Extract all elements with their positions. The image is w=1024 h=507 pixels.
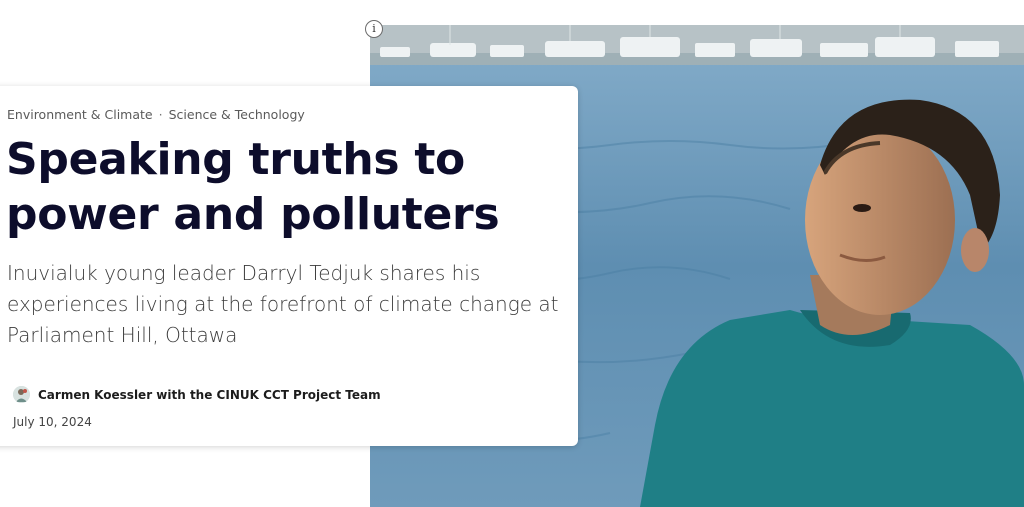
info-icon[interactable]: i <box>365 20 383 38</box>
tag-environment-climate[interactable]: Environment & Climate <box>7 107 153 122</box>
article-title: Speaking truths to power and polluters <box>6 134 500 240</box>
article-hero: i Environment & Climate · Science & Techno… <box>0 0 1024 507</box>
category-tags: Environment & Climate · Science & Technolo… <box>7 107 305 122</box>
article-header-card: Environment & Climate · Science & Technolo… <box>0 86 578 446</box>
tag-science-technology[interactable]: Science & Technology <box>169 107 305 122</box>
author-name: Carmen Koessler with the CINUK CCT Proje… <box>38 387 381 402</box>
tag-separator: · <box>158 107 163 122</box>
author-avatar <box>13 386 30 403</box>
article-subtitle: Inuvialuk young leader Darryl Tedjuk sha… <box>7 261 559 347</box>
byline: Carmen Koessler with the CINUK CCT Proje… <box>13 386 381 403</box>
publish-date: July 10, 2024 <box>13 415 92 429</box>
